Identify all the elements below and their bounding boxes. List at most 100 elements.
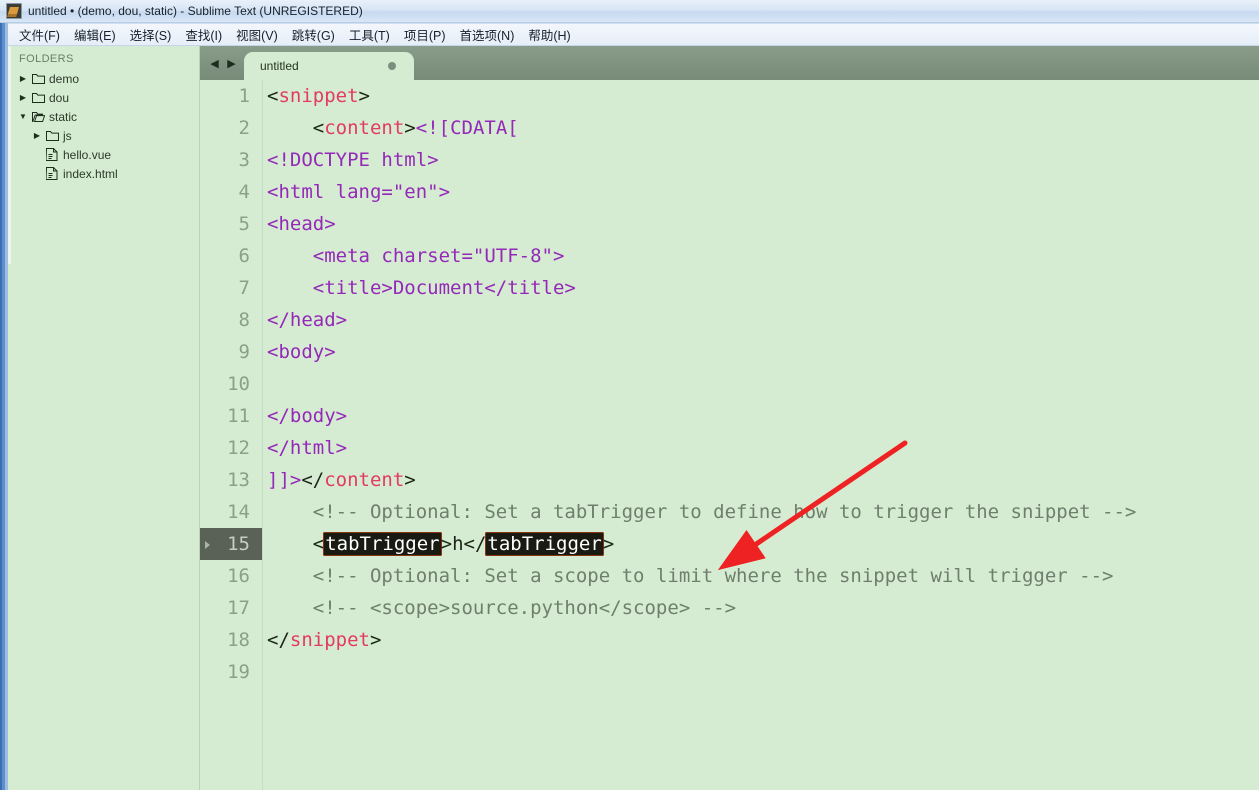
code-lines: 1 <snippet> 2 <content><![CDATA[3 <!DOCTYPE… bbox=[200, 80, 1259, 688]
code-line-text: <body> bbox=[262, 336, 1259, 368]
code-line-text: ]]></content> bbox=[262, 464, 1259, 496]
tree-file-index-html[interactable]: index.html bbox=[8, 164, 200, 183]
code-line[interactable]: 6 <meta charset="UTF-8"> bbox=[200, 240, 1259, 272]
code-token-tag: content bbox=[324, 469, 405, 491]
main-area: FOLDERS ▶ demo ▶ dou ▼ static ▶ js hello.vue inde… bbox=[8, 46, 1259, 790]
code-token-tag: snippet bbox=[278, 85, 359, 107]
tree-item-label: js bbox=[63, 128, 72, 143]
line-number: 17 bbox=[227, 597, 250, 619]
code-line[interactable]: 2 <content><![CDATA[ bbox=[200, 112, 1259, 144]
code-line-text: </body> bbox=[262, 400, 1259, 432]
application-window: untitled • (demo, dou, static) - Sublime… bbox=[0, 0, 1259, 790]
code-line[interactable]: 17 <!-- <scope>source.python</scope> --> bbox=[200, 592, 1259, 624]
code-line[interactable]: 1 <snippet> bbox=[200, 80, 1259, 112]
code-token-punc: > bbox=[358, 85, 370, 107]
menu-selection[interactable]: 选择(S) bbox=[123, 23, 179, 46]
code-token-plain: <body> bbox=[267, 341, 336, 363]
tree-folder-static[interactable]: ▼ static bbox=[8, 107, 200, 126]
code-token-comment: <!-- Optional: Set a tabTrigger to defin… bbox=[267, 501, 1137, 523]
tree-folder-demo[interactable]: ▶ demo bbox=[8, 69, 200, 88]
triangle-right-icon[interactable]: ▶ bbox=[16, 88, 30, 107]
code-token-punc: </ bbox=[267, 629, 290, 651]
code-line[interactable]: 13]]></content> bbox=[200, 464, 1259, 496]
code-token-punc: > bbox=[404, 117, 416, 139]
menu-help[interactable]: 帮助(H) bbox=[521, 23, 577, 46]
code-line-text: <!-- Optional: Set a scope to limit wher… bbox=[262, 560, 1259, 592]
code-line[interactable]: 14 <!-- Optional: Set a tabTrigger to de… bbox=[200, 496, 1259, 528]
code-line[interactable]: 5 <head> bbox=[200, 208, 1259, 240]
code-line[interactable]: 4 <html lang="en"> bbox=[200, 176, 1259, 208]
code-line[interactable]: 19 bbox=[200, 656, 1259, 688]
code-token-plain: <!DOCTYPE html> bbox=[267, 149, 439, 171]
code-line[interactable]: 12 </html> bbox=[200, 432, 1259, 464]
window-title: untitled • (demo, dou, static) - Sublime… bbox=[28, 4, 363, 18]
tab-unsaved-dot-icon[interactable] bbox=[388, 62, 396, 70]
code-line[interactable]: 8 </head> bbox=[200, 304, 1259, 336]
menu-project[interactable]: 项目(P) bbox=[397, 23, 453, 46]
tree-item-label: dou bbox=[49, 90, 70, 105]
code-line-text: <snippet> bbox=[262, 80, 1259, 112]
code-line[interactable]: 7 <title>Document</title> bbox=[200, 272, 1259, 304]
code-line[interactable]: 10 bbox=[200, 368, 1259, 400]
line-number: 18 bbox=[227, 629, 250, 651]
code-editor[interactable]: 1 <snippet> 2 <content><![CDATA[3 <!DOCTYPE… bbox=[200, 80, 1259, 790]
tree-folder-dou[interactable]: ▶ dou bbox=[8, 88, 200, 107]
code-token-punc: < bbox=[312, 117, 325, 139]
tree-file-hello-vue[interactable]: hello.vue bbox=[8, 145, 200, 164]
code-token-punc: </ bbox=[301, 469, 325, 491]
triangle-down-icon[interactable]: ▼ bbox=[16, 107, 30, 126]
menu-goto[interactable]: 跳转(G) bbox=[285, 23, 342, 46]
menu-preferences[interactable]: 首选项(N) bbox=[453, 23, 522, 46]
tab-strip: untitled bbox=[244, 46, 414, 80]
menu-edit[interactable]: 编辑(E) bbox=[67, 23, 123, 46]
code-token-tag: snippet bbox=[289, 629, 370, 651]
code-line[interactable]: 9 <body> bbox=[200, 336, 1259, 368]
sidebar-scrollbar[interactable] bbox=[8, 46, 11, 264]
code-line-text: <head> bbox=[262, 208, 1259, 240]
code-line[interactable]: 16 <!-- Optional: Set a scope to limit w… bbox=[200, 560, 1259, 592]
code-line-text bbox=[262, 368, 1259, 400]
code-line[interactable]: 11 </body> bbox=[200, 400, 1259, 432]
menu-file[interactable]: 文件(F) bbox=[12, 23, 67, 46]
menu-tools[interactable]: 工具(T) bbox=[342, 23, 397, 46]
sidebar-file-tree[interactable]: FOLDERS ▶ demo ▶ dou ▼ static ▶ js hello.vue inde… bbox=[8, 46, 200, 790]
tab-bar: ◀ ▶ untitled bbox=[200, 46, 1259, 81]
code-token-plain: <title>Document</title> bbox=[267, 277, 576, 299]
menu-find[interactable]: 查找(I) bbox=[178, 23, 229, 46]
tree-item-label: index.html bbox=[63, 166, 118, 181]
code-token-plain: </html> bbox=[267, 437, 348, 459]
chevron-right-icon[interactable]: ▶ bbox=[225, 57, 238, 70]
line-number: 2 bbox=[238, 117, 250, 139]
line-number: 5 bbox=[238, 213, 250, 235]
editor-tab-untitled[interactable]: untitled bbox=[244, 52, 414, 80]
triangle-right-icon[interactable]: ▶ bbox=[16, 69, 30, 88]
tree-item-label: demo bbox=[49, 71, 80, 86]
sidebar-header-folders: FOLDERS bbox=[19, 53, 74, 65]
triangle-right-icon[interactable]: ▶ bbox=[30, 126, 44, 145]
code-line[interactable]: 15 <tabTrigger>h</tabTrigger> bbox=[200, 528, 1259, 560]
code-line-text: <tabTrigger>h</tabTrigger> bbox=[262, 528, 1259, 560]
code-token-plain: </body> bbox=[267, 405, 348, 427]
tab-navigation: ◀ ▶ bbox=[200, 46, 244, 80]
code-line[interactable]: 18 </snippet> bbox=[200, 624, 1259, 656]
folder-icon bbox=[30, 92, 46, 103]
code-token-comment: <!-- Optional: Set a scope to limit wher… bbox=[267, 565, 1114, 587]
code-token-punc: > bbox=[404, 469, 416, 491]
file-icon bbox=[44, 148, 60, 161]
code-line-text: <content><![CDATA[ bbox=[262, 112, 1259, 144]
code-token-punc: > bbox=[440, 533, 453, 555]
folder-icon bbox=[30, 111, 46, 122]
sublime-text-icon bbox=[6, 3, 22, 19]
line-number: 14 bbox=[227, 501, 250, 523]
code-token-punc: < bbox=[267, 85, 279, 107]
tree-folder-js[interactable]: ▶ js bbox=[8, 126, 200, 145]
chevron-left-icon[interactable]: ◀ bbox=[208, 57, 221, 70]
code-token-punc: </ bbox=[463, 533, 487, 555]
line-number: 9 bbox=[238, 341, 250, 363]
menu-view[interactable]: 视图(V) bbox=[229, 23, 285, 46]
line-number: 6 bbox=[238, 245, 250, 267]
line-number: 8 bbox=[238, 309, 250, 331]
code-line[interactable]: 3 <!DOCTYPE html> bbox=[200, 144, 1259, 176]
